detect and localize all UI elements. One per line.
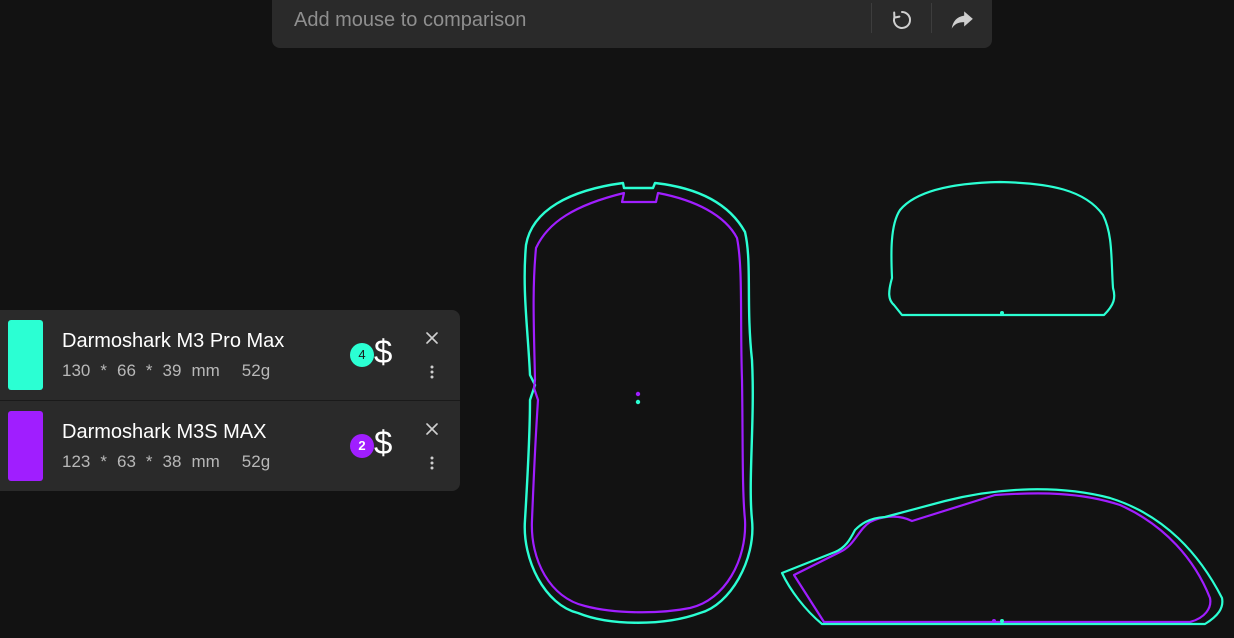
front-view-outline — [888, 180, 1116, 317]
side-view-outline-b — [792, 492, 1212, 624]
center-dot-b — [635, 391, 641, 397]
mouse-shape-overlay — [523, 180, 1224, 626]
side-view-dot-b — [992, 619, 996, 623]
front-view-dot — [1000, 311, 1004, 315]
side-view-dot-a — [1000, 619, 1004, 623]
side-view-outline-a — [780, 488, 1224, 626]
center-dot-a — [635, 399, 641, 405]
